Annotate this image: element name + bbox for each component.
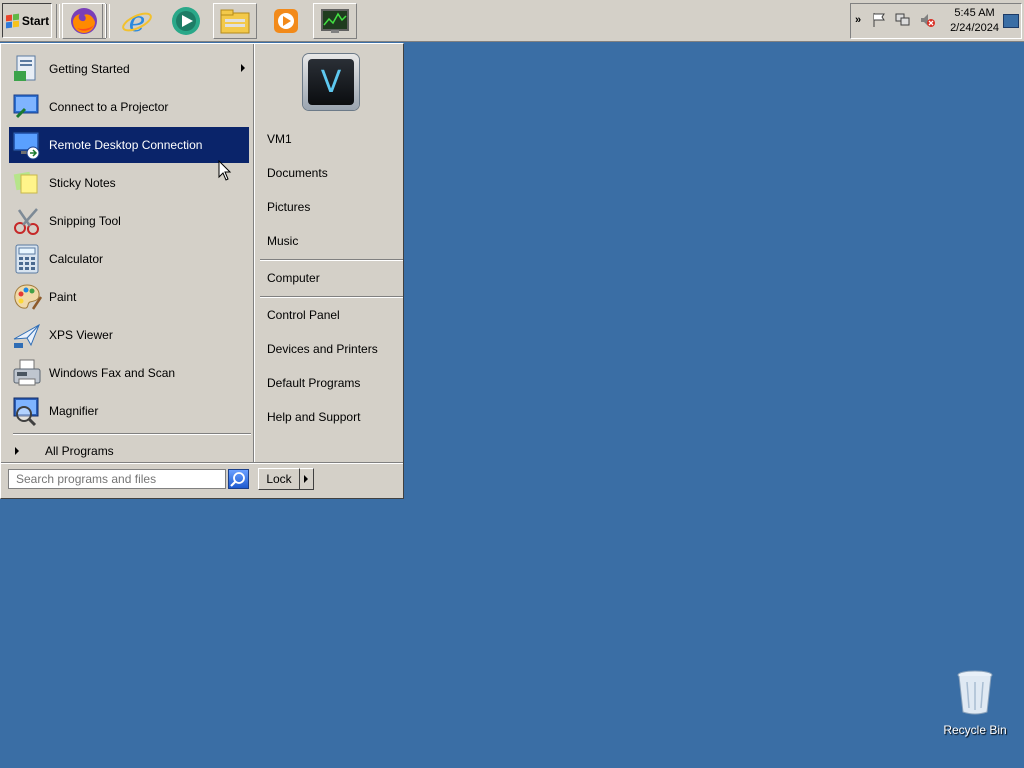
toolbar-grip-3[interactable] <box>106 4 110 38</box>
all-programs-button[interactable]: All Programs <box>13 440 249 462</box>
all-programs-arrow-icon <box>15 447 19 455</box>
projector-icon <box>11 91 43 123</box>
right-item-vm1[interactable]: VM1 <box>267 129 292 149</box>
windows-logo-icon <box>5 13 19 28</box>
sticky-notes-icon <box>11 167 43 199</box>
fax-icon <box>11 357 43 389</box>
clock-time: 5:45 AM <box>954 7 995 19</box>
program-item-paint[interactable]: Paint <box>9 279 249 315</box>
program-label: Snipping Tool <box>49 214 121 228</box>
getting-started-icon <box>11 53 43 85</box>
program-item-windows-fax-and-scan[interactable]: Windows Fax and Scan <box>9 355 249 391</box>
network-icon[interactable] <box>895 12 911 28</box>
svg-text:e: e <box>129 5 146 37</box>
show-desktop-button[interactable] <box>1003 14 1019 28</box>
paint-palette-icon <box>11 281 43 313</box>
programs-separator <box>13 433 251 435</box>
program-item-getting-started[interactable]: Getting Started <box>9 51 249 87</box>
search-button[interactable] <box>228 469 249 489</box>
all-programs-label: All Programs <box>45 444 114 458</box>
volume-muted-icon[interactable] <box>919 12 935 28</box>
right-item-music[interactable]: Music <box>267 231 298 251</box>
program-item-calculator[interactable]: Calculator <box>9 241 249 277</box>
program-item-sticky-notes[interactable]: Sticky Notes <box>9 165 249 201</box>
internet-explorer-icon[interactable]: e <box>115 3 159 39</box>
search-icon <box>230 472 245 487</box>
program-label: Remote Desktop Connection <box>49 138 203 152</box>
program-label: Windows Fax and Scan <box>49 366 176 380</box>
program-item-xps-viewer[interactable]: XPS Viewer <box>9 317 249 353</box>
clock[interactable]: 5:45 AM 2/24/2024 <box>950 6 999 36</box>
file-explorer-icon[interactable] <box>213 3 257 39</box>
right-item-computer[interactable]: Computer <box>267 268 320 288</box>
taskbar: Start e » 5:45 AM 2/24/2024 <box>0 0 1024 42</box>
right-item-default-programs[interactable]: Default Programs <box>267 373 360 393</box>
media-center-icon[interactable] <box>164 3 208 39</box>
start-button[interactable]: Start <box>2 3 52 38</box>
pane-divider <box>253 44 255 462</box>
submenu-arrow-icon <box>241 64 245 72</box>
search-input[interactable] <box>8 469 226 489</box>
program-label: Calculator <box>49 252 104 266</box>
right-item-devices-and-printers[interactable]: Devices and Printers <box>267 339 378 359</box>
system-tray: » 5:45 AM 2/24/2024 <box>850 3 1022 39</box>
right-item-help-and-support[interactable]: Help and Support <box>267 407 360 427</box>
action-center-flag-icon[interactable] <box>871 12 887 28</box>
user-picture[interactable]: V <box>303 54 359 110</box>
programs-pane: Getting Started Connect to a Projector Rem… <box>3 46 253 462</box>
remote-desktop-icon <box>11 129 43 161</box>
toolbar-grip[interactable] <box>56 4 60 38</box>
program-item-connect-to-a-projector[interactable]: Connect to a Projector <box>9 89 249 125</box>
media-player-icon[interactable] <box>264 3 308 39</box>
right-item-pictures[interactable]: Pictures <box>267 197 310 217</box>
program-label: Getting Started <box>49 62 130 76</box>
shutdown-options-button[interactable] <box>300 468 314 490</box>
program-label: Magnifier <box>49 404 99 418</box>
mouse-cursor-icon <box>218 160 232 181</box>
calculator-icon <box>11 243 43 275</box>
program-label: XPS Viewer <box>49 328 113 342</box>
start-menu: Getting Started Connect to a Projector Rem… <box>0 43 404 499</box>
program-item-magnifier[interactable]: Magnifier <box>9 393 249 429</box>
right-item-control-panel[interactable]: Control Panel <box>267 305 340 325</box>
program-item-remote-desktop-connection[interactable]: Remote Desktop Connection <box>9 127 249 163</box>
task-manager-icon[interactable] <box>313 3 357 39</box>
program-label: Paint <box>49 290 77 304</box>
clock-date: 2/24/2024 <box>950 22 999 34</box>
firefox-icon[interactable] <box>62 3 106 39</box>
program-label: Sticky Notes <box>49 176 116 190</box>
recycle-bin-label: Recycle Bin <box>943 723 1007 737</box>
program-item-snipping-tool[interactable]: Snipping Tool <box>9 203 249 239</box>
places-pane: V VM1 Documents Pictures Music Computer Contr… <box>257 44 403 462</box>
program-label: Connect to a Projector <box>49 100 169 114</box>
bottom-separator <box>1 462 403 464</box>
places-separator-2 <box>260 296 403 298</box>
start-label: Start <box>21 13 50 28</box>
lock-button[interactable]: Lock <box>258 468 300 490</box>
recycle-bin-icon <box>957 670 993 715</box>
places-separator-1 <box>260 259 403 261</box>
magnifier-icon <box>11 395 43 427</box>
xps-viewer-icon <box>11 319 43 351</box>
right-item-documents[interactable]: Documents <box>267 163 328 183</box>
scissors-icon <box>11 205 43 237</box>
show-hidden-icons-button[interactable]: » <box>855 14 861 26</box>
user-initial: V <box>308 59 354 105</box>
recycle-bin[interactable]: Recycle Bin <box>940 668 1010 738</box>
